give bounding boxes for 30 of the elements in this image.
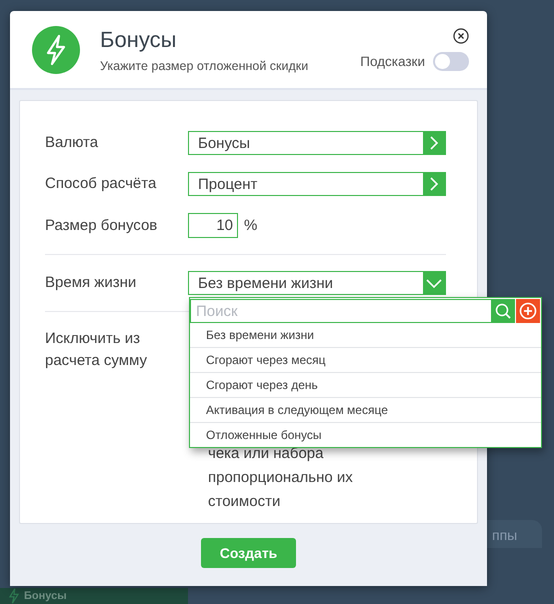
number-field[interactable]: 10 <box>188 213 238 238</box>
hints-toggle[interactable] <box>433 52 469 71</box>
field-label: Размер бонусов <box>45 216 158 236</box>
sidebar-item-label: Бонусы <box>24 589 67 603</box>
dropdown-field[interactable]: Без времени жизни <box>188 271 446 295</box>
chevron-down-icon <box>423 272 445 294</box>
select-field[interactable]: Бонусы <box>188 131 446 155</box>
chevron-right-icon <box>423 132 445 154</box>
unit-label: % <box>244 217 258 234</box>
dropdown-option[interactable]: Активация в следующем месяце <box>190 398 541 423</box>
chevron-right-icon <box>423 173 445 195</box>
search-icon[interactable] <box>492 300 514 322</box>
dialog-title: Бонусы <box>100 26 178 52</box>
lightning-icon <box>32 26 80 74</box>
lightning-icon <box>8 588 20 604</box>
field-label: Исключить из расчета сумму <box>45 329 148 371</box>
dropdown-option[interactable]: Сгорают через день <box>190 373 541 398</box>
select-field[interactable]: Процент <box>188 172 446 196</box>
dropdown-option[interactable]: Отложенные бонусы <box>190 423 541 447</box>
dropdown-option[interactable]: Сгорают через месяц <box>190 348 541 373</box>
close-icon[interactable] <box>453 28 469 44</box>
dialog-subtitle: Укажите размер отложенной скидки <box>100 58 310 72</box>
field-label: Способ расчёта <box>45 174 158 194</box>
field-label: Время жизни <box>45 273 138 293</box>
dropdown-option[interactable]: Без времени жизни <box>190 323 541 348</box>
add-icon[interactable] <box>516 299 540 323</box>
hints-label: Подсказки <box>360 54 425 69</box>
description-text: чека или набора пропорционально их стоимости <box>208 444 354 512</box>
search-field[interactable]: Поиск <box>190 299 492 323</box>
field-label: Валюта <box>45 133 100 153</box>
